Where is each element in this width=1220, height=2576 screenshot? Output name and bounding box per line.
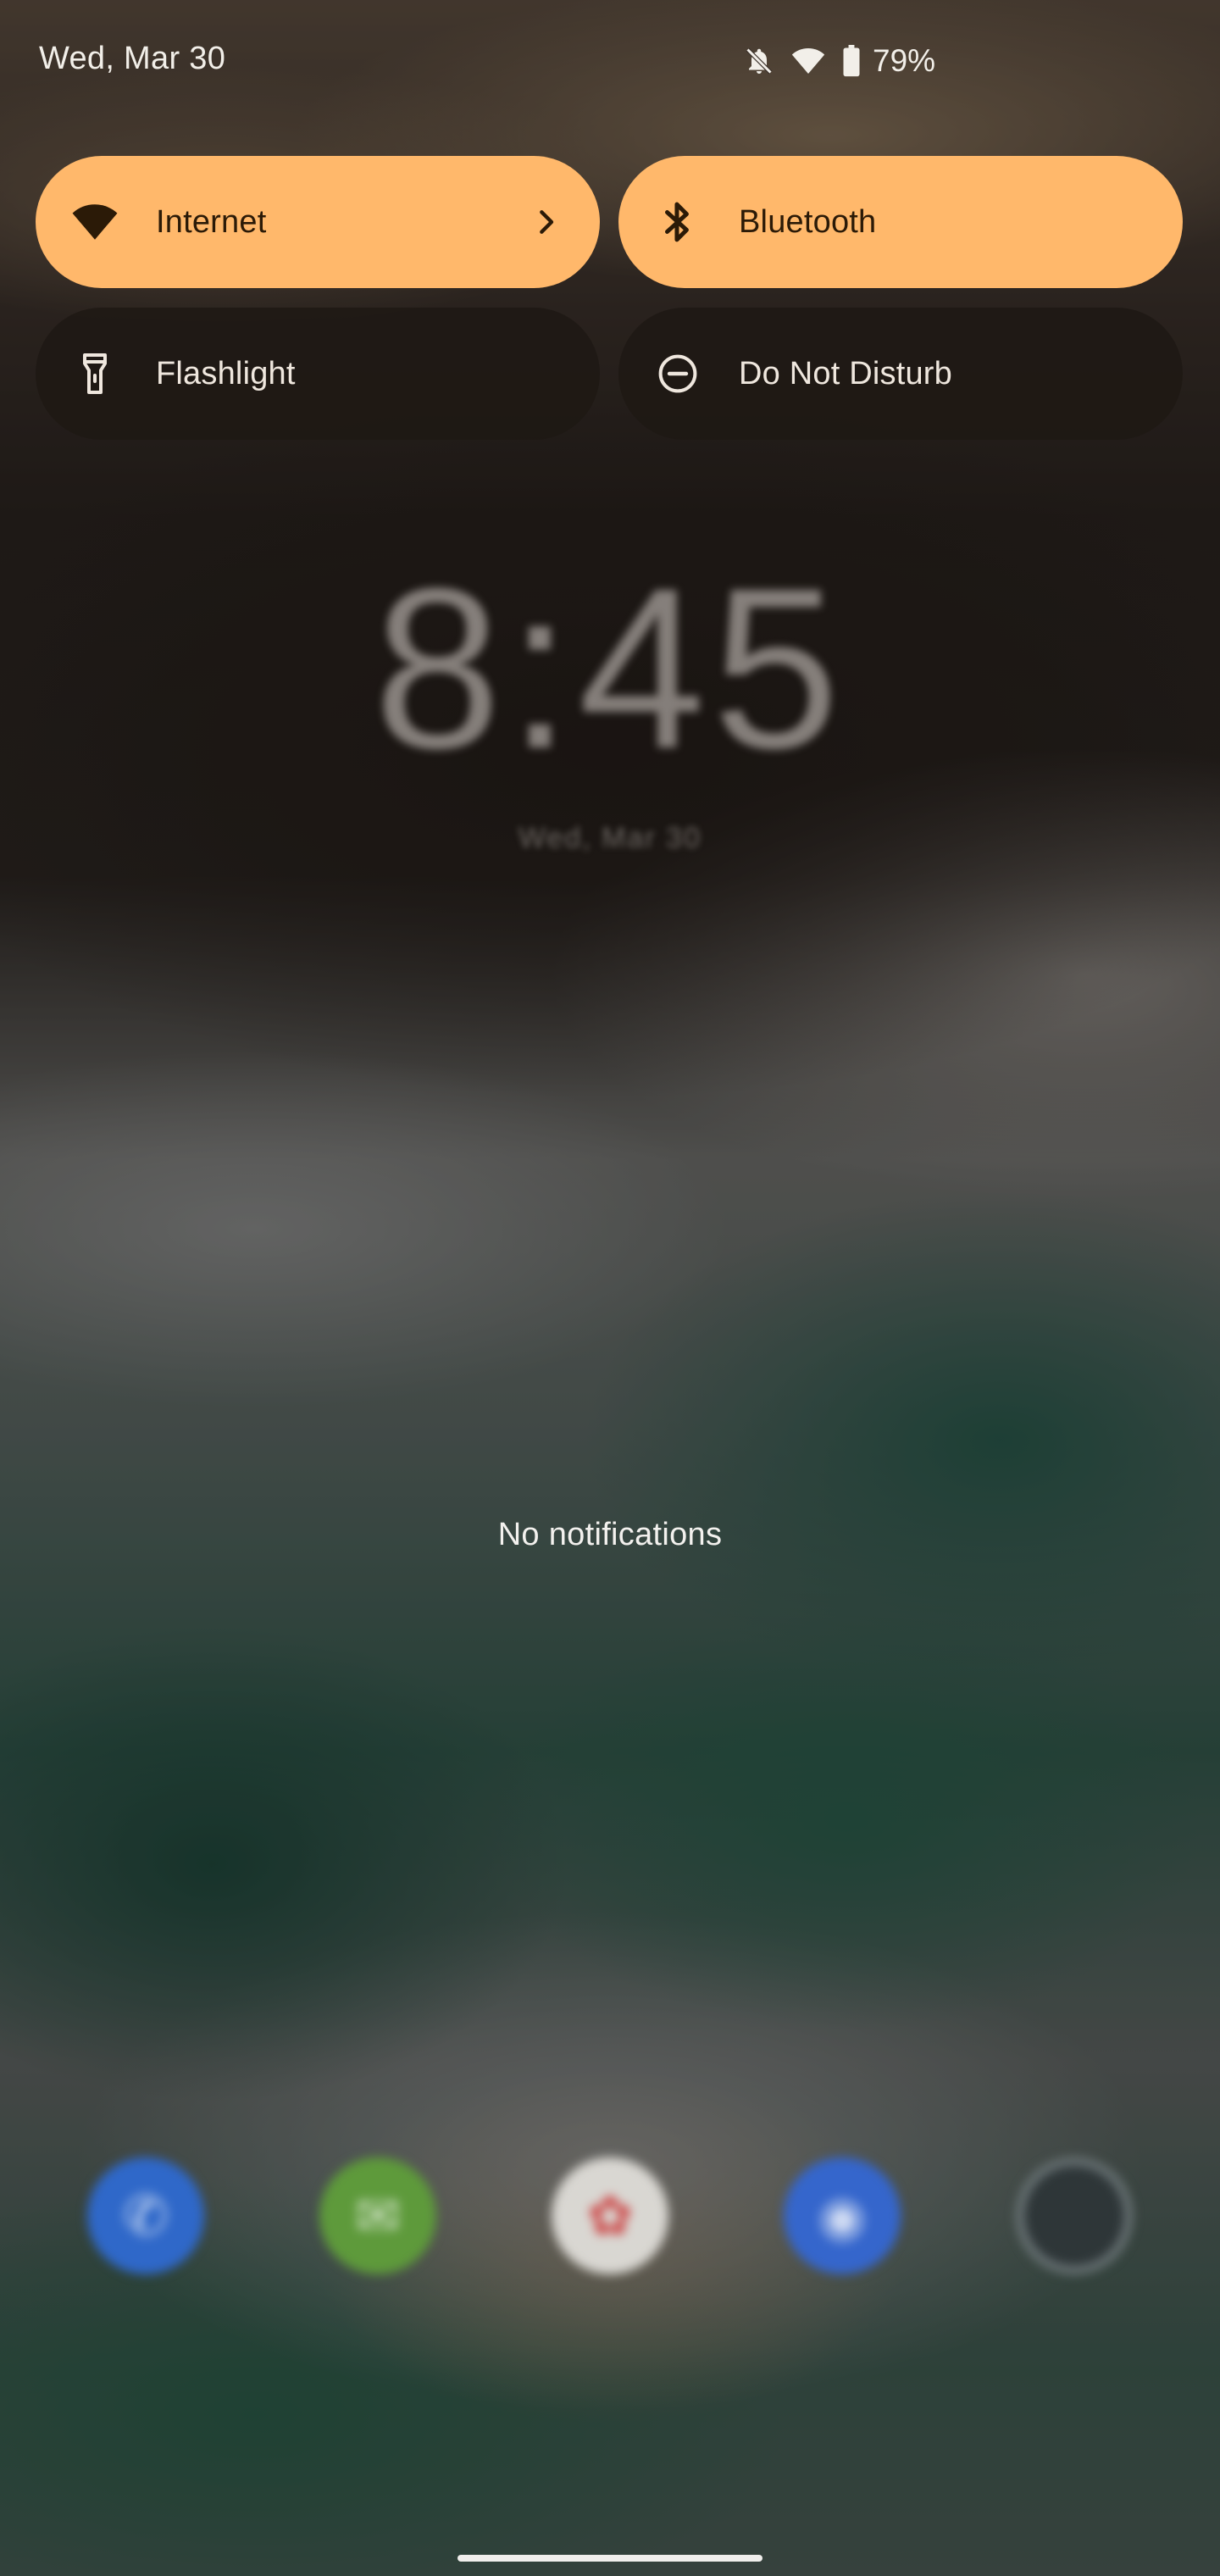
- battery-icon: [842, 45, 861, 77]
- tile-do-not-disturb[interactable]: Do Not Disturb: [618, 308, 1183, 440]
- tile-bluetooth-label: Bluetooth: [739, 203, 877, 240]
- status-icons: 79%: [744, 39, 935, 83]
- chrome-app-icon: ◉: [784, 2157, 901, 2274]
- tile-internet-label: Internet: [156, 203, 267, 240]
- notification-shade: Wed, Mar 30 79% Internet Bluetooth Flash…: [0, 0, 1220, 2576]
- status-date: Wed, Mar 30: [39, 41, 226, 76]
- messages-app-icon: ✉: [319, 2157, 436, 2274]
- do-not-disturb-icon: [652, 348, 703, 399]
- wifi-icon: [791, 47, 825, 75]
- wifi-icon: [69, 197, 120, 247]
- tile-bluetooth[interactable]: Bluetooth: [618, 156, 1183, 288]
- chevron-right-icon[interactable]: [530, 205, 564, 239]
- phone-app-icon: ✆: [87, 2157, 204, 2274]
- lockscreen-clock: 8:45: [374, 541, 846, 797]
- no-notifications-text: No notifications: [497, 1517, 723, 1552]
- lockscreen-date: Wed, Mar 30: [518, 822, 702, 854]
- photos-app-icon: ✿: [552, 2157, 668, 2274]
- tile-do-not-disturb-label: Do Not Disturb: [739, 355, 952, 391]
- notifications-off-icon: [744, 44, 774, 78]
- tile-flashlight-label: Flashlight: [156, 355, 296, 391]
- tile-internet[interactable]: Internet: [36, 156, 600, 288]
- battery-percent: 79%: [873, 43, 936, 78]
- tile-flashlight[interactable]: Flashlight: [36, 308, 600, 440]
- status-bar: Wed, Mar 30 79%: [0, 0, 1220, 123]
- camera-app-icon: [1016, 2157, 1133, 2274]
- bluetooth-icon: [652, 197, 703, 247]
- home-gesture-bar[interactable]: [458, 2555, 762, 2562]
- flashlight-icon: [69, 348, 120, 399]
- home-dock: ✆ ✉ ✿ ◉: [0, 2157, 1220, 2276]
